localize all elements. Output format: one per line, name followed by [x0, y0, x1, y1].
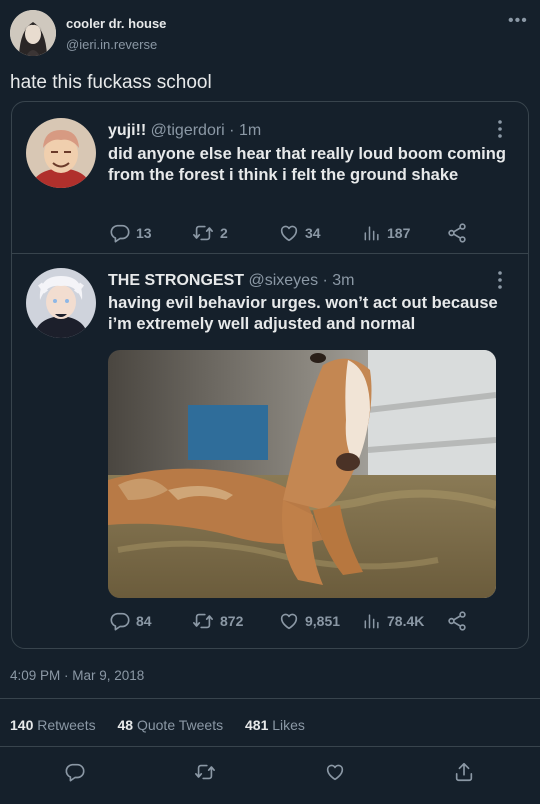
tweet-text: hate this fuckass school [10, 72, 212, 93]
retweet-button[interactable]: 2 [191, 222, 228, 244]
views-button[interactable]: 187 [362, 222, 410, 244]
share-icon [446, 610, 468, 632]
divider [0, 746, 540, 747]
share-button[interactable] [446, 222, 473, 244]
author-handle[interactable]: @ieri.in.reverse [66, 37, 157, 52]
quoted-handle-time[interactable]: @tigerdori · 1m [151, 122, 262, 139]
quoted-name-2[interactable]: THE STRONGEST @sixeyes · 3m [108, 272, 355, 290]
reply-button[interactable]: 13 [109, 222, 152, 244]
divider [0, 698, 540, 699]
tweet-timestamp[interactable]: 4:09 PM · Mar 9, 2018 [10, 668, 144, 683]
quote-divider [11, 253, 529, 254]
like-button[interactable]: 9,851 [278, 610, 340, 632]
quoted-display-name[interactable]: yuji!! [108, 122, 146, 139]
reply-button[interactable]: 84 [109, 610, 152, 632]
quoted-handle-time[interactable]: @sixeyes · 3m [248, 272, 354, 289]
quoted-actions-1: 13 2 34 187 [0, 222, 540, 244]
quotes-count[interactable]: 48 [118, 717, 134, 733]
like-icon [278, 222, 300, 244]
views-icon [362, 610, 382, 632]
quoted-avatar-strongest[interactable] [26, 268, 96, 338]
quoted-more-icon[interactable] [496, 119, 504, 144]
quotes-label[interactable]: Quote Tweets [137, 717, 223, 733]
retweet-button[interactable]: 872 [191, 610, 243, 632]
retweet-icon [191, 610, 215, 632]
quoted-text-1: did anyone else hear that really loud bo… [108, 145, 506, 184]
quoted-text-2: having evil behavior urges. won’t act ou… [108, 294, 498, 333]
retweet-icon[interactable] [193, 761, 217, 783]
likes-count[interactable]: 481 [245, 717, 268, 733]
views-icon [362, 222, 382, 244]
views-button[interactable]: 78.4K [362, 610, 424, 632]
like-button[interactable]: 34 [278, 222, 321, 244]
quoted-display-name[interactable]: THE STRONGEST [108, 272, 244, 289]
like-icon [278, 610, 300, 632]
retweets-label[interactable]: Retweets [37, 717, 95, 733]
share-button[interactable] [446, 610, 473, 632]
share-icon[interactable] [453, 761, 475, 783]
author-avatar[interactable] [10, 10, 56, 56]
quoted-name-1[interactable]: yuji!! @tigerdori · 1m [108, 122, 261, 140]
retweets-count[interactable]: 140 [10, 717, 33, 733]
quoted-actions-2: 84 872 9,851 78.4K [0, 610, 540, 632]
quoted-more-icon[interactable] [496, 270, 504, 295]
tweet-action-bar [0, 758, 540, 788]
likes-label[interactable]: Likes [272, 717, 305, 733]
tweet-stats: 140 Retweets 48 Quote Tweets 481 Likes [10, 717, 323, 733]
reply-icon [109, 610, 131, 632]
reply-icon[interactable] [64, 761, 86, 783]
retweet-icon [191, 222, 215, 244]
like-icon[interactable] [324, 761, 346, 783]
reply-icon [109, 222, 131, 244]
author-name[interactable]: cooler dr. house [66, 16, 166, 31]
more-icon[interactable]: ••• [508, 12, 528, 30]
share-icon [446, 222, 468, 244]
quoted-avatar-yuji[interactable] [26, 118, 96, 188]
quoted-media-photo[interactable] [108, 350, 496, 598]
